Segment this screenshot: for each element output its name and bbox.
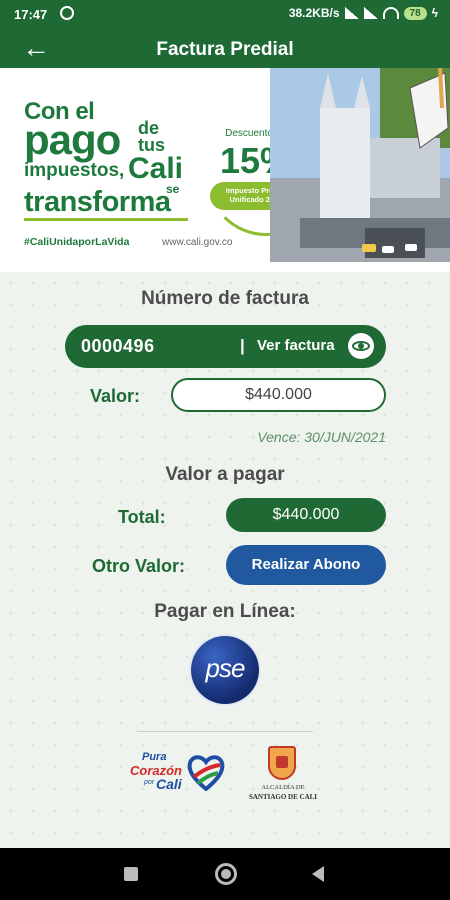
pse-payment-button[interactable]: pse xyxy=(191,636,259,704)
system-nav-bar xyxy=(0,848,450,900)
alcaldia-line1: ALCALDÍA DE xyxy=(261,784,305,791)
logo-por: por xyxy=(144,779,155,786)
wifi-icon xyxy=(382,7,399,19)
heart-icon xyxy=(187,755,225,791)
banner-cali: Cali xyxy=(128,152,184,185)
status-right-group: 38.2KB/s 78 ϟ xyxy=(289,6,438,20)
back-triangle-icon[interactable] xyxy=(312,866,324,882)
app-bar: ← Factura Predial xyxy=(0,30,450,68)
status-time: 17:47 xyxy=(14,7,48,22)
payment-section-title: Valor a pagar xyxy=(165,464,285,485)
battery-icon: 78 xyxy=(403,6,427,20)
realizar-abono-button[interactable]: Realizar Abono xyxy=(226,545,386,585)
banner-transforma: transforma xyxy=(24,186,171,218)
view-invoice-link[interactable]: Ver factura xyxy=(257,337,335,354)
logo-pura: Pura xyxy=(142,751,167,763)
page-title: Factura Predial xyxy=(156,39,294,60)
invoice-separator: | xyxy=(240,336,245,355)
promo-banner: Con el pago de tus impuestos, Cali se tr… xyxy=(0,68,450,272)
recent-apps-icon[interactable] xyxy=(124,867,138,881)
banner-underline xyxy=(24,218,188,221)
status-bar: 17:47 38.2KB/s 78 ϟ xyxy=(0,0,450,30)
due-date: Vence: 30/JUN/2021 xyxy=(257,429,386,445)
invoice-section-title: Número de factura xyxy=(141,288,309,309)
invoice-number: 0000496 xyxy=(81,336,155,356)
total-label: Total: xyxy=(118,507,166,527)
pse-logo-text: pse xyxy=(205,653,246,683)
banner-de-tus: de tus xyxy=(138,118,165,155)
alcaldia-line2: SANTIAGO DE CALI xyxy=(248,793,318,801)
banner-website: www.cali.gov.co xyxy=(162,237,233,248)
pura-corazon-logo: Pura Corazón por Cali xyxy=(130,749,230,797)
city-photo xyxy=(270,68,450,272)
other-value-label: Otro Valor: xyxy=(92,556,186,576)
home-icon[interactable] xyxy=(215,863,237,885)
banner-hashtag: #CaliUnidaporLaVida xyxy=(24,236,130,248)
alcaldia-logo: ALCALDÍA DE SANTIAGO DE CALI xyxy=(238,746,328,806)
invoice-bar: 0000496 | Ver factura xyxy=(65,325,386,368)
alarm-icon xyxy=(60,6,74,20)
charging-icon: ϟ xyxy=(431,6,438,20)
divider xyxy=(137,731,313,732)
banner-impuestos: impuestos, xyxy=(24,160,125,181)
eye-icon[interactable] xyxy=(348,333,374,359)
banner-pago: pago xyxy=(24,116,121,163)
total-value: $440.000 xyxy=(226,498,386,532)
coat-of-arms-icon xyxy=(268,746,296,780)
signal-icon xyxy=(344,7,359,19)
value-field: $440.000 xyxy=(171,378,386,412)
logo-cali: Cali xyxy=(156,776,182,792)
value-label: Valor: xyxy=(90,386,141,406)
signal-icon-2 xyxy=(363,7,378,19)
main-content: Número de factura 0000496 | Ver factura … xyxy=(0,272,450,848)
online-payment-title: Pagar en Línea: xyxy=(154,601,296,622)
network-speed: 38.2KB/s xyxy=(288,6,340,20)
